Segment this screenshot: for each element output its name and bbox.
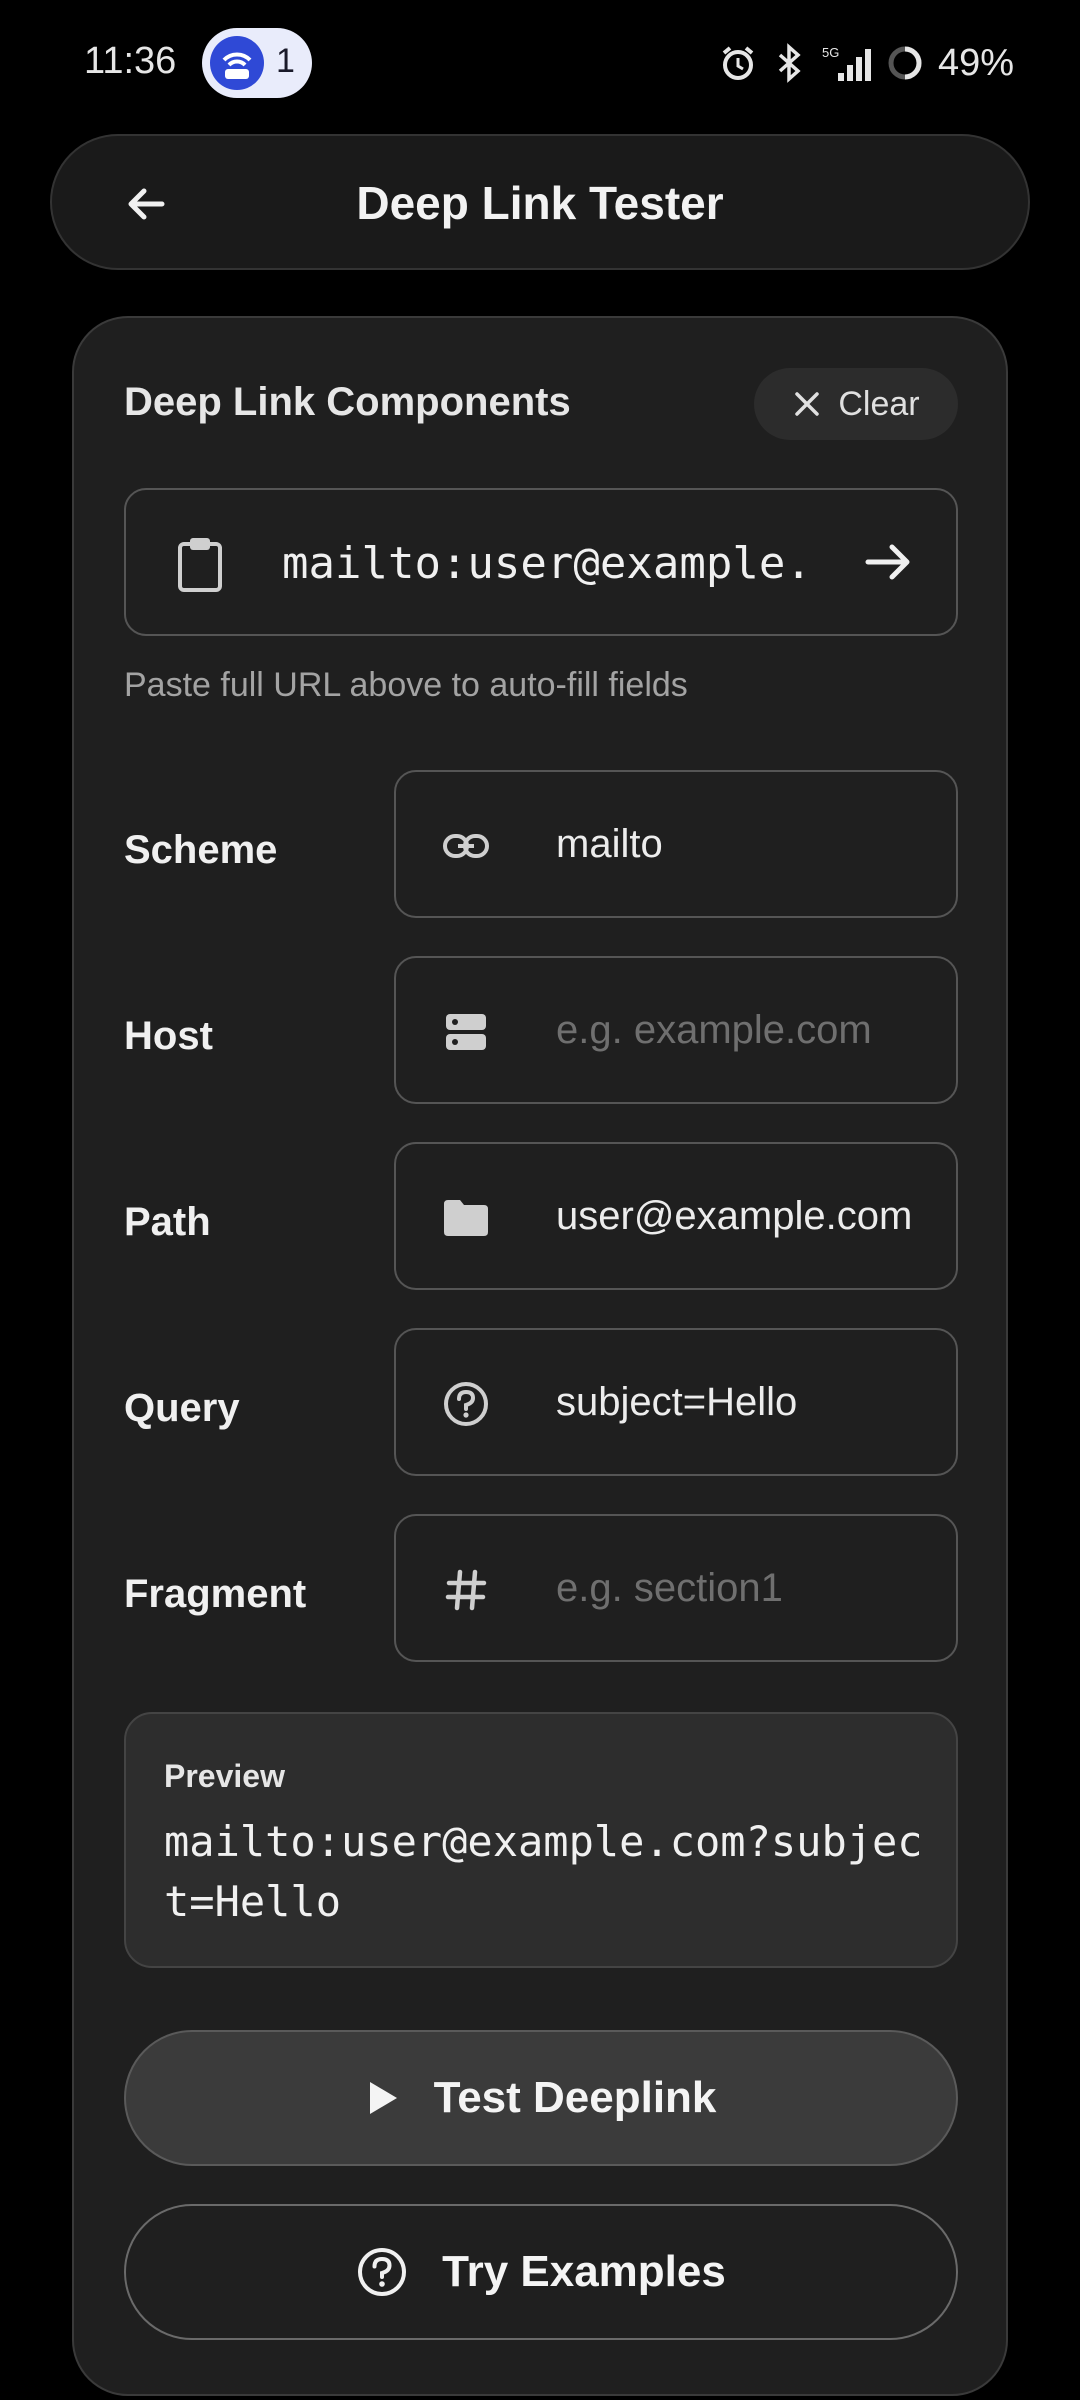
notification-count: 1 xyxy=(276,42,295,80)
query-value[interactable]: subject=Hello xyxy=(556,1380,926,1425)
link-icon xyxy=(442,822,490,870)
path-label: Path xyxy=(124,1200,211,1244)
deep-link-components-card: Deep Link Components Clear mailto:user@e… xyxy=(72,316,1008,2396)
status-icons: 5G 49% xyxy=(718,36,1014,90)
clear-label: Clear xyxy=(838,384,920,423)
scheme-label: Scheme xyxy=(124,828,278,872)
query-label: Query xyxy=(124,1386,240,1430)
alarm-icon xyxy=(722,46,754,80)
help-circle-icon xyxy=(358,2248,407,2296)
fragment-field[interactable]: e.g. section1 xyxy=(394,1514,958,1662)
bluetooth-icon xyxy=(778,43,801,83)
hotspot-icon xyxy=(210,36,264,90)
paste-hint: Paste full URL above to auto-fill fields xyxy=(124,666,688,704)
preview-box: Preview mailto:user@example.com?subject=… xyxy=(124,1712,958,1968)
svg-text:5G: 5G xyxy=(822,45,839,60)
preview-label: Preview xyxy=(164,1758,285,1794)
query-field[interactable]: subject=Hello xyxy=(394,1328,958,1476)
battery-percent: 49% xyxy=(937,41,1014,84)
clipboard-icon[interactable] xyxy=(174,534,226,594)
page-title: Deep Link Tester xyxy=(356,177,724,229)
hash-icon xyxy=(442,1566,490,1614)
fragment-label: Fragment xyxy=(124,1572,307,1616)
try-examples-label: Try Examples xyxy=(442,2247,726,2296)
clear-button[interactable]: Clear xyxy=(754,368,958,440)
path-field[interactable]: user@example.com xyxy=(394,1142,958,1290)
full-url-value[interactable]: mailto:user@example.com?subject=Hello xyxy=(282,538,802,589)
status-time: 11:36 xyxy=(84,40,177,82)
arrow-forward-icon[interactable] xyxy=(860,534,916,590)
preview-url: mailto:user@example.com?subject=Hello xyxy=(164,1817,923,1926)
try-examples-button[interactable]: Try Examples xyxy=(124,2204,958,2340)
host-label: Host xyxy=(124,1014,213,1058)
test-deeplink-button[interactable]: Test Deeplink xyxy=(124,2030,958,2166)
full-url-input[interactable]: mailto:user@example.com?subject=Hello xyxy=(124,488,958,636)
play-icon xyxy=(369,2082,397,2114)
dns-icon xyxy=(442,1008,490,1056)
host-value[interactable]: e.g. example.com xyxy=(556,1008,926,1053)
scheme-value[interactable]: mailto xyxy=(556,822,926,867)
close-icon xyxy=(795,392,820,416)
fragment-value[interactable]: e.g. section1 xyxy=(556,1566,926,1611)
card-title: Deep Link Components xyxy=(124,380,571,424)
help-circle-icon xyxy=(442,1380,490,1428)
signal-5g-icon: 5G xyxy=(822,45,871,81)
status-bar: 11:36 1 5G 49% xyxy=(0,0,1080,126)
scheme-field[interactable]: mailto xyxy=(394,770,958,918)
folder-icon xyxy=(442,1194,490,1242)
top-app-bar: Deep Link Tester xyxy=(50,134,1030,270)
host-field[interactable]: e.g. example.com xyxy=(394,956,958,1104)
hotspot-indicator[interactable]: 1 xyxy=(202,28,312,98)
battery-ring-icon xyxy=(888,46,922,80)
path-value[interactable]: user@example.com xyxy=(556,1194,926,1239)
test-deeplink-label: Test Deeplink xyxy=(433,2073,717,2122)
